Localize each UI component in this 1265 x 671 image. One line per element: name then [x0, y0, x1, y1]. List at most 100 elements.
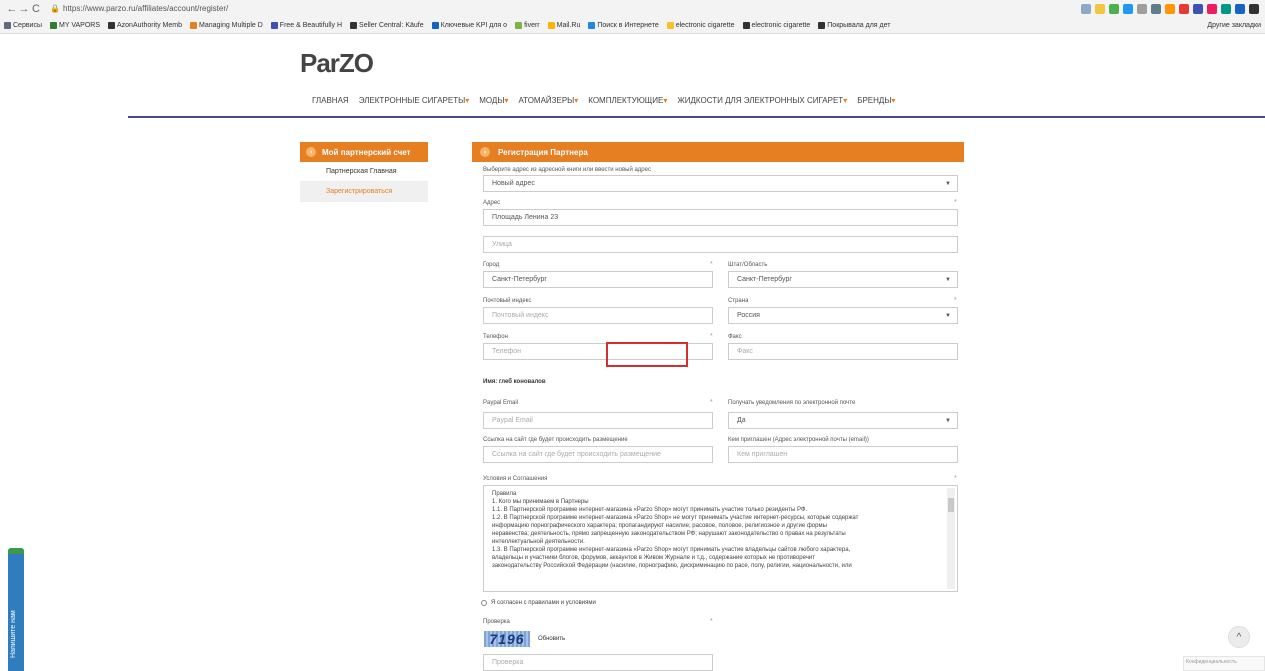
bookmark-favicon-icon [431, 21, 439, 29]
bookmark-star-icon[interactable] [1095, 3, 1105, 14]
nav-item[interactable]: ГЛАВНАЯ [312, 96, 349, 105]
required-marker: * [710, 261, 713, 268]
nav-item[interactable]: МОДЫ▾ [479, 96, 508, 105]
extension-icon[interactable] [1137, 3, 1147, 14]
nav-divider [128, 116, 1265, 118]
notify-select[interactable]: Да ▼ [728, 412, 958, 429]
feedback-tab[interactable]: Напишите нам [8, 548, 24, 671]
country-value: Россия [737, 312, 760, 319]
url-text: https://www.parzo.ru/affiliates/account/… [62, 4, 229, 13]
address-bar[interactable]: 🔒 https://www.parzo.ru/affiliates/accoun… [50, 2, 880, 16]
bookmark-item[interactable]: electronic cigarette [666, 21, 735, 29]
country-select[interactable]: Россия ▼ [728, 307, 958, 324]
bookmark-item[interactable]: Seller Central: Käufe [350, 21, 424, 29]
bookmark-favicon-icon [108, 21, 115, 29]
reload-icon[interactable]: C [30, 3, 42, 15]
recaptcha-badge[interactable]: Конфиденциальность [1183, 656, 1265, 671]
terms-scrollbar[interactable] [947, 488, 955, 589]
bookmark-item[interactable]: Поиск в Интернете [588, 21, 659, 29]
terms-line: Правила [492, 491, 517, 497]
bookmark-item[interactable]: AzonAuthority Memb [108, 21, 182, 29]
zip-input[interactable]: Почтовый индекс [483, 307, 713, 324]
required-marker: * [954, 475, 957, 482]
notify-value: Да [737, 417, 746, 424]
bookmark-item[interactable]: Ключевые KPI для о [431, 21, 508, 29]
required-marker: * [954, 199, 957, 206]
other-bookmarks[interactable]: Другие закладки [1207, 22, 1261, 29]
extension-icon[interactable] [1109, 3, 1119, 14]
nav-item[interactable]: ЭЛЕКТРОННЫЕ СИГАРЕТЫ▾ [359, 96, 470, 105]
address-book-select[interactable]: Новый адрес ▼ [483, 175, 958, 192]
back-arrow-icon[interactable]: ← [6, 3, 18, 15]
extension-icon[interactable] [1193, 3, 1203, 14]
agree-checkbox[interactable] [481, 600, 487, 606]
nav-item[interactable]: БРЕНДЫ▾ [857, 96, 895, 105]
extension-icon[interactable] [1179, 3, 1189, 14]
terms-line: неравенства; деятельность, прямо запреще… [492, 531, 846, 537]
terms-line: информацию порнографического характера; … [492, 523, 827, 529]
paypal-input[interactable]: Paypal Email [483, 412, 713, 429]
bookmark-label: electronic cigarette [675, 21, 735, 29]
bookmark-favicon-icon [4, 21, 11, 29]
sidebar-item-partner-home[interactable]: Партнерская Главная [300, 162, 428, 182]
bookmark-item[interactable]: Сервисы [4, 21, 42, 29]
site-logo[interactable]: ParZO [300, 48, 374, 79]
bookmark-favicon-icon [50, 21, 58, 29]
required-marker: * [710, 399, 713, 406]
bookmark-label: Ключевые KPI для о [440, 21, 508, 29]
state-label: Штат/Область [728, 262, 768, 268]
main-navigation: ГЛАВНАЯ ЭЛЕКТРОННЫЕ СИГАРЕТЫ▾ МОДЫ▾ АТОМАЙЗ… [312, 96, 895, 105]
site-link-input[interactable]: Ссылка на сайт где будет происходить раз… [483, 446, 713, 463]
lock-icon: 🔒 [50, 4, 60, 13]
extension-icon[interactable] [1235, 3, 1245, 14]
sidebar-item-register[interactable]: Зарегистрироваться [300, 182, 428, 202]
bookmark-label: Mail.Ru [556, 21, 581, 29]
zoom-icon[interactable] [1081, 3, 1091, 14]
captcha-refresh-link[interactable]: Обновить [538, 636, 565, 642]
extension-icon[interactable] [1165, 3, 1175, 14]
bookmark-label: electronic cigarette [751, 21, 811, 29]
bookmark-favicon-icon [270, 21, 278, 29]
terms-line: 1.1. В Партнерской программе интернет-ма… [492, 507, 808, 513]
bookmark-item[interactable]: fiverr [515, 21, 540, 29]
bookmark-label: AzonAuthority Memb [117, 21, 182, 29]
menu-dots-icon[interactable] [1249, 3, 1259, 14]
address-label: Адрес [483, 200, 501, 206]
bookmark-item[interactable]: Managing Multiple D [189, 21, 263, 29]
bookmark-item[interactable]: Free & Beautifully H [270, 21, 342, 29]
chevron-down-icon: ▾ [504, 96, 509, 105]
state-select[interactable]: Санкт-Петербург ▼ [728, 271, 958, 288]
captcha-input[interactable]: Проверка [483, 654, 713, 671]
nav-item[interactable]: КОМПЛЕКТУЮЩИЕ▾ [588, 96, 667, 105]
terms-textarea[interactable]: Правила 1. Кого мы принимаем в Партнеры 1.… [483, 485, 958, 592]
bookmark-item[interactable]: MY VAPORS [50, 21, 100, 29]
referrer-input[interactable]: Кем приглашен [728, 446, 958, 463]
nav-item[interactable]: АТОМАЙЗЕРЫ▾ [518, 96, 578, 105]
bookmark-label: Seller Central: Käufe [359, 21, 424, 29]
bookmark-item[interactable]: Покрывала для дет [818, 21, 891, 29]
extension-icon[interactable] [1123, 3, 1133, 14]
bookmark-label: fiverr [524, 21, 540, 29]
forward-arrow-icon[interactable]: → [18, 3, 30, 15]
scroll-thumb[interactable] [948, 498, 954, 512]
street-input[interactable]: Улица [483, 236, 958, 253]
chevron-down-icon: ▼ [945, 417, 951, 424]
address-book-label: Выберите адрес из адресной книги или вве… [483, 167, 651, 173]
red-highlight-box [606, 342, 688, 367]
city-input[interactable]: Санкт-Петербург [483, 271, 713, 288]
address-input[interactable]: Площадь Ленина 23 [483, 209, 958, 226]
nav-item[interactable]: ЖИДКОСТИ ДЛЯ ЭЛЕКТРОННЫХ СИГАРЕТ▾ [677, 96, 847, 105]
extension-icon[interactable] [1221, 3, 1231, 14]
fax-input[interactable]: Факс [728, 343, 958, 360]
extension-icon[interactable] [1151, 3, 1161, 14]
bookmark-favicon-icon [742, 21, 750, 29]
browser-toolbar: ← → C 🔒 https://www.parzo.ru/affiliates/… [0, 0, 1265, 17]
extension-icon[interactable] [1207, 3, 1217, 14]
bookmark-item[interactable]: electronic cigarette [742, 21, 811, 29]
bookmark-item[interactable]: Mail.Ru [547, 21, 581, 29]
sidebar-title: Мой партнерский счет [322, 147, 411, 157]
chevron-up-icon: ^ [1236, 631, 1242, 643]
terms-line: интеллектуальной деятельности. [492, 539, 585, 545]
scroll-to-top-button[interactable]: ^ [1228, 626, 1250, 648]
customer-name-note: Имя: глеб коновалов [483, 379, 546, 385]
